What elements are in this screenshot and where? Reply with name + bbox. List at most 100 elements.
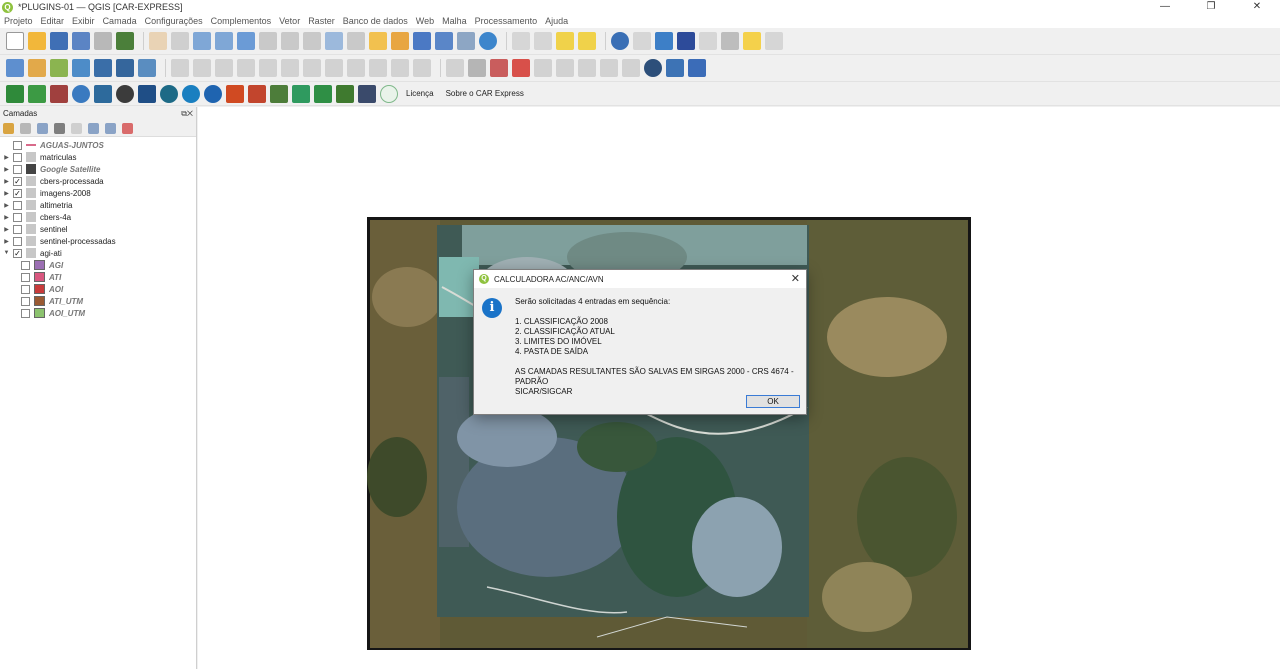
car-pencil-icon[interactable]: [94, 84, 112, 103]
menu-camada[interactable]: Camada: [103, 16, 137, 26]
sublayer-row-ati-utm[interactable]: ATI_UTM: [0, 295, 196, 307]
attribute-table-icon[interactable]: [633, 32, 651, 50]
collapse-all-icon[interactable]: [105, 122, 116, 134]
add-vector-icon[interactable]: [50, 59, 68, 77]
zoom-last-icon[interactable]: [325, 32, 343, 50]
layer-checkbox[interactable]: [13, 200, 22, 210]
car-sentinel-icon[interactable]: [358, 84, 376, 103]
layer-checkbox[interactable]: [21, 272, 30, 282]
delete-selected-icon[interactable]: [303, 59, 321, 77]
layer-row-cbers-processada[interactable]: ▶ ✓ cbers-processada: [0, 175, 196, 187]
chevron-right-icon[interactable]: ▶: [0, 214, 10, 221]
layer-checkbox[interactable]: [21, 308, 30, 318]
zoom-native-icon[interactable]: [303, 32, 321, 50]
layer-row-imagens-2008[interactable]: ▶ ✓ imagens-2008: [0, 187, 196, 199]
field-calculator-icon[interactable]: [655, 32, 673, 50]
panel-float-close-icon[interactable]: ⧉✕: [181, 109, 193, 119]
car-tree-icon[interactable]: [314, 84, 332, 103]
menu-exibir[interactable]: Exibir: [72, 16, 95, 26]
layer-checkbox[interactable]: [13, 164, 22, 174]
zoom-out-icon[interactable]: [215, 32, 233, 50]
vertex-tool-icon[interactable]: [259, 59, 277, 77]
chevron-right-icon[interactable]: ▶: [0, 202, 10, 209]
sublayer-row-ati[interactable]: ATI: [0, 271, 196, 283]
refresh-icon[interactable]: [479, 32, 497, 50]
new-geopackage-icon[interactable]: [28, 59, 46, 77]
expand-all-icon[interactable]: [88, 122, 99, 134]
new-project-icon[interactable]: [6, 32, 24, 50]
about-car-express-link[interactable]: Sobre o CAR Express: [446, 89, 524, 98]
select-features-icon[interactable]: [534, 32, 552, 50]
car-search-icon[interactable]: [182, 84, 200, 103]
new-map-view-icon[interactable]: [369, 32, 387, 50]
layer-checkbox[interactable]: [21, 284, 30, 294]
identify-icon[interactable]: [611, 32, 629, 50]
copy-features-icon[interactable]: [347, 59, 365, 77]
layer-checkbox[interactable]: [13, 152, 22, 162]
bookmark-icon[interactable]: [413, 32, 431, 50]
label-move-icon[interactable]: [534, 59, 552, 77]
filter-legend-icon[interactable]: [54, 122, 65, 134]
add-virtual-layer-icon[interactable]: [138, 59, 156, 77]
statistics-sigma-icon[interactable]: [677, 32, 695, 50]
new-3d-view-icon[interactable]: [391, 32, 409, 50]
minimize-button[interactable]: —: [1142, 0, 1188, 14]
car-terrain-icon[interactable]: [270, 84, 288, 103]
toggle-editing-icon[interactable]: [193, 59, 211, 77]
remove-layer-icon[interactable]: [122, 122, 133, 134]
label-rotate-icon[interactable]: [556, 59, 574, 77]
menu-projeto[interactable]: Projeto: [4, 16, 33, 26]
car-circle-icon[interactable]: [380, 84, 398, 103]
layer-checkbox[interactable]: ✓: [13, 176, 22, 186]
identify-select-icon[interactable]: [512, 32, 530, 50]
chevron-right-icon[interactable]: ▶: [0, 238, 10, 245]
manage-theme-icon[interactable]: [37, 122, 48, 134]
zoom-next-icon[interactable]: [347, 32, 365, 50]
modify-attributes-icon[interactable]: [281, 59, 299, 77]
chevron-right-icon[interactable]: ▶: [0, 190, 10, 197]
label-change-icon[interactable]: [578, 59, 596, 77]
print-layout-icon[interactable]: [94, 32, 112, 50]
chevron-right-icon[interactable]: ▶: [0, 226, 10, 233]
edit-pencil-icon[interactable]: [171, 59, 189, 77]
layer-row-matriculas[interactable]: ▶ matriculas: [0, 151, 196, 163]
label-property-icon[interactable]: [600, 59, 618, 77]
layer-row-aguas-juntos[interactable]: AGUAS-JUNTOS: [0, 139, 196, 151]
car-alert-icon[interactable]: [248, 84, 266, 103]
zoom-selection-icon[interactable]: [259, 32, 277, 50]
layer-row-cbers-4a[interactable]: ▶ cbers-4a: [0, 211, 196, 223]
add-group-icon[interactable]: [20, 122, 31, 134]
sublayer-row-agi[interactable]: AGI: [0, 259, 196, 271]
filter-expression-icon[interactable]: [71, 122, 82, 134]
car-globe-icon[interactable]: [204, 84, 222, 103]
temporal-icon[interactable]: [457, 32, 475, 50]
car-earth-icon[interactable]: [160, 84, 178, 103]
close-icon[interactable]: ✕: [791, 272, 800, 285]
layer-row-sentinel-processadas[interactable]: ▶ sentinel-processadas: [0, 235, 196, 247]
layer-row-google-satellite[interactable]: ▶ Google Satellite: [0, 163, 196, 175]
menu-vetor[interactable]: Vetor: [279, 16, 300, 26]
show-bookmarks-icon[interactable]: [435, 32, 453, 50]
layer-checkbox[interactable]: [21, 260, 30, 270]
open-table-icon[interactable]: [699, 32, 717, 50]
redo-icon[interactable]: [413, 59, 431, 77]
data-source-manager-icon[interactable]: [6, 59, 24, 77]
car-landsat-icon[interactable]: [138, 84, 156, 103]
menu-raster[interactable]: Raster: [308, 16, 335, 26]
cut-features-icon[interactable]: [325, 59, 343, 77]
layer-checkbox[interactable]: [13, 212, 22, 222]
car-forest-icon[interactable]: [336, 84, 354, 103]
sublayer-row-aoi-utm[interactable]: AOI_UTM: [0, 307, 196, 319]
layer-checkbox[interactable]: ✓: [13, 248, 22, 258]
python-icon[interactable]: [666, 59, 684, 77]
layer-row-agi-ati[interactable]: ▼ ✓ agi-ati: [0, 247, 196, 259]
map-tips-icon[interactable]: [743, 32, 761, 50]
paste-features-icon[interactable]: [369, 59, 387, 77]
label-hide-icon[interactable]: [512, 59, 530, 77]
menu-editar[interactable]: Editar: [41, 16, 65, 26]
zoom-in-icon[interactable]: [193, 32, 211, 50]
menu-configuracoes[interactable]: Configurações: [145, 16, 203, 26]
label-toggle-icon[interactable]: [622, 59, 640, 77]
close-window-button[interactable]: ✕: [1234, 0, 1280, 14]
menu-banco-de-dados[interactable]: Banco de dados: [343, 16, 408, 26]
